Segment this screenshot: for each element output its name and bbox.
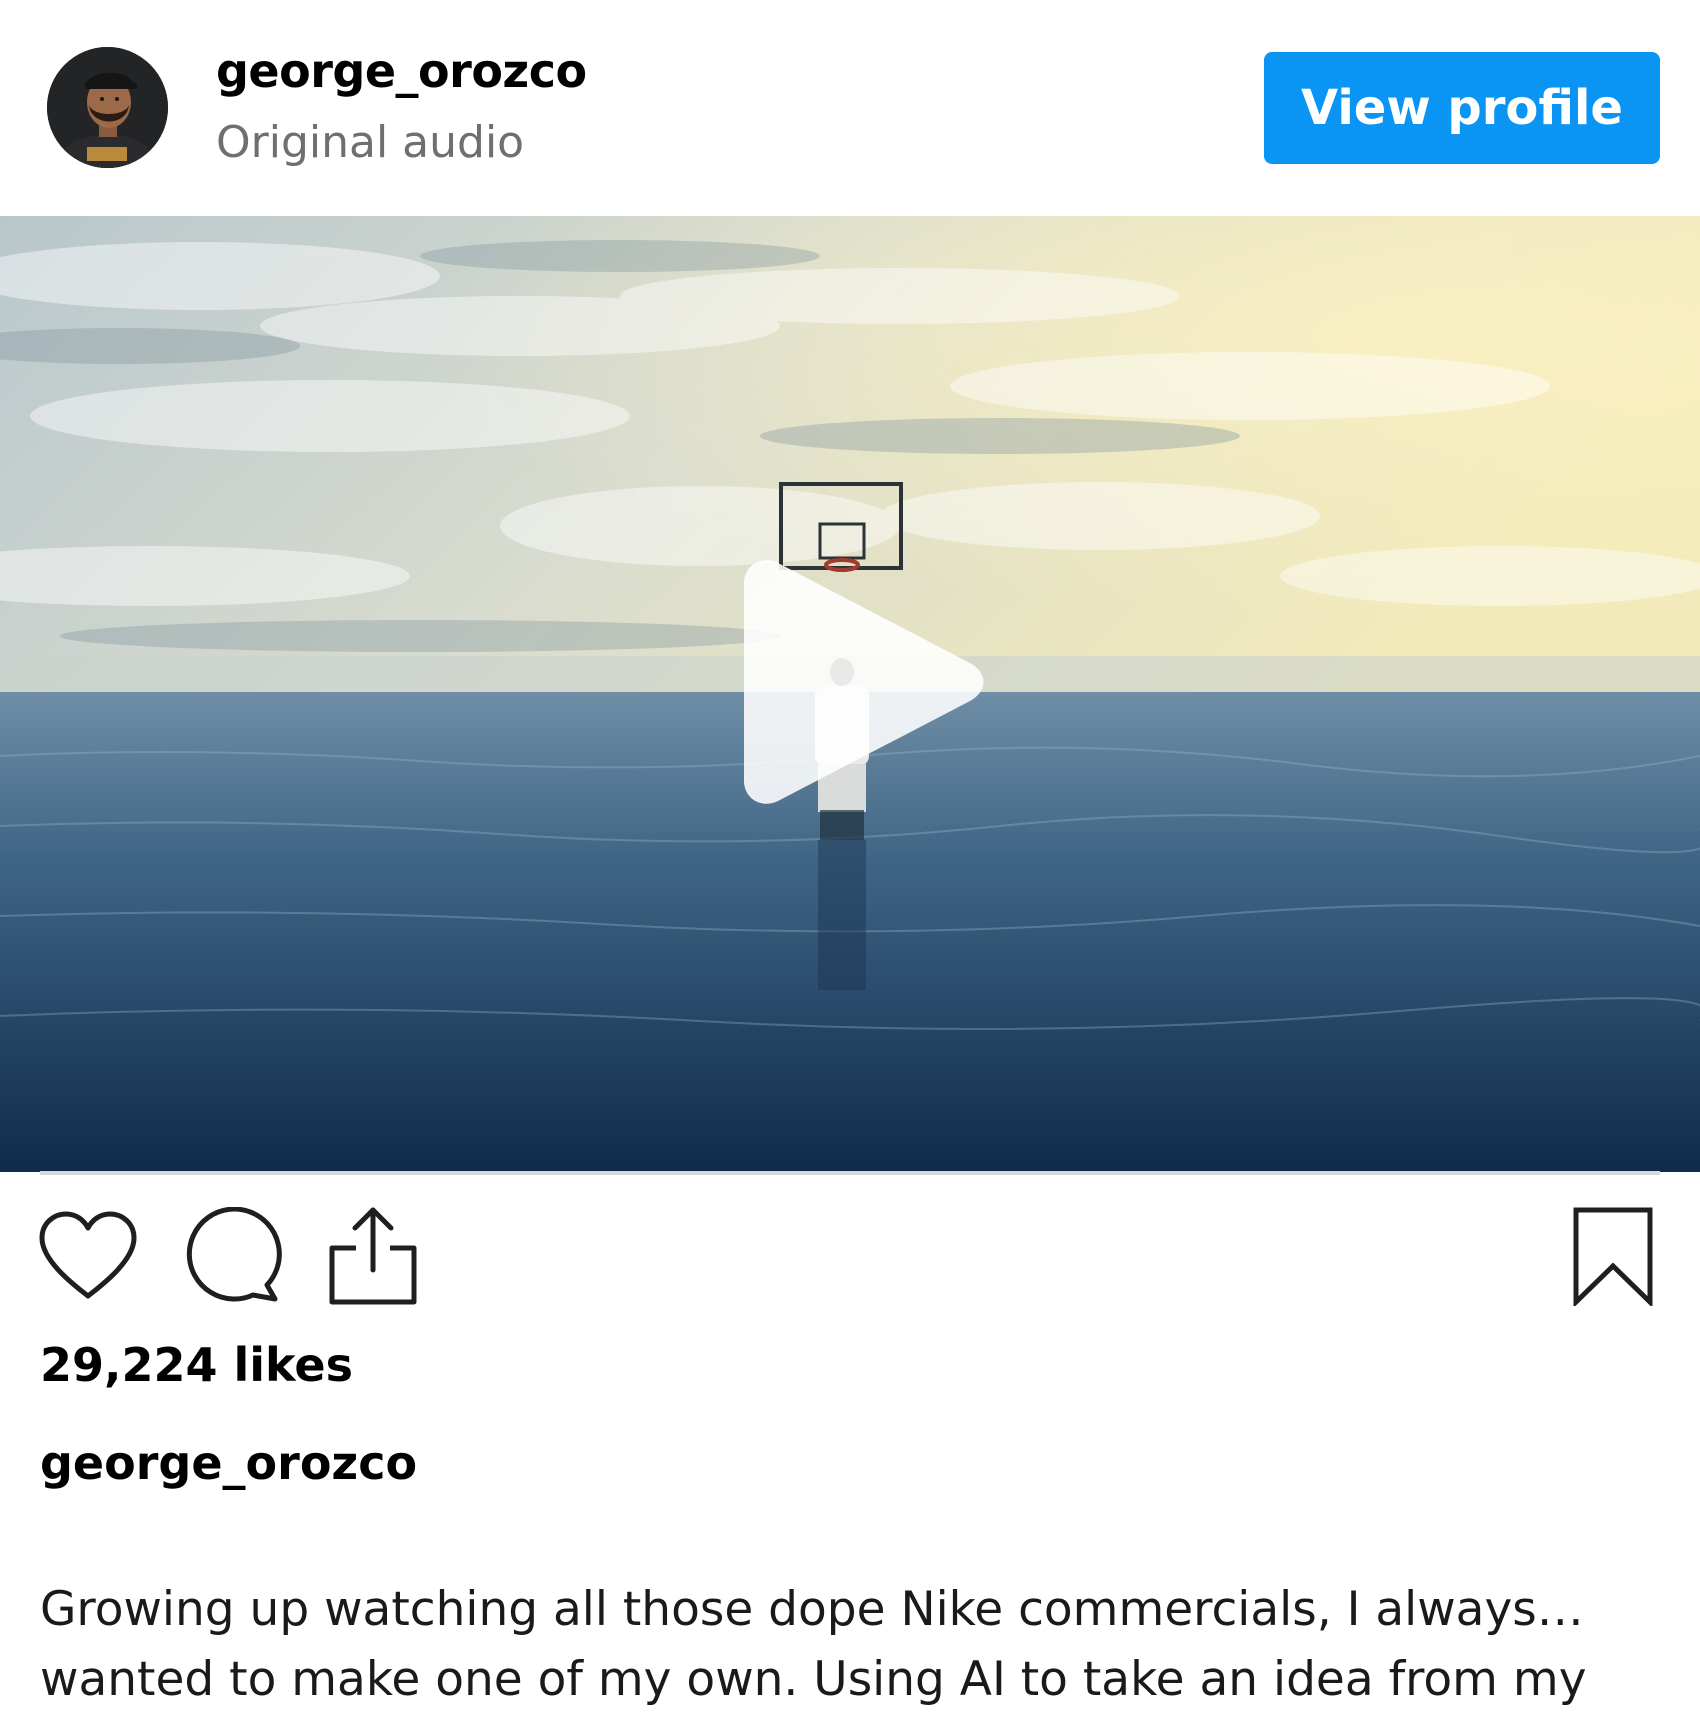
caption-username[interactable]: george_orozco (40, 1436, 417, 1490)
username[interactable]: george_orozco (216, 44, 587, 98)
heart-icon[interactable] (38, 1210, 138, 1302)
audio-label[interactable]: Original audio (216, 117, 524, 168)
video-progress-track (40, 1171, 1660, 1175)
bookmark-icon[interactable] (1572, 1206, 1654, 1306)
caption-line: Growing up watching all those dope Nike … (40, 1582, 1584, 1637)
avatar[interactable] (47, 47, 168, 168)
view-profile-button[interactable]: View profile (1264, 52, 1660, 164)
video-thumbnail[interactable] (0, 216, 1700, 1172)
post-header: george_orozco Original audio View profil… (0, 0, 1700, 216)
likes-count[interactable]: 29,224 likes (40, 1338, 353, 1392)
share-icon[interactable] (328, 1204, 418, 1306)
post-caption[interactable]: Growing up watching all those dope Nike … (40, 1575, 1665, 1715)
caption-line: wanted to make one of my own. Using AI t… (40, 1652, 1587, 1707)
comment-icon[interactable] (183, 1207, 283, 1307)
play-icon[interactable] (742, 553, 990, 811)
